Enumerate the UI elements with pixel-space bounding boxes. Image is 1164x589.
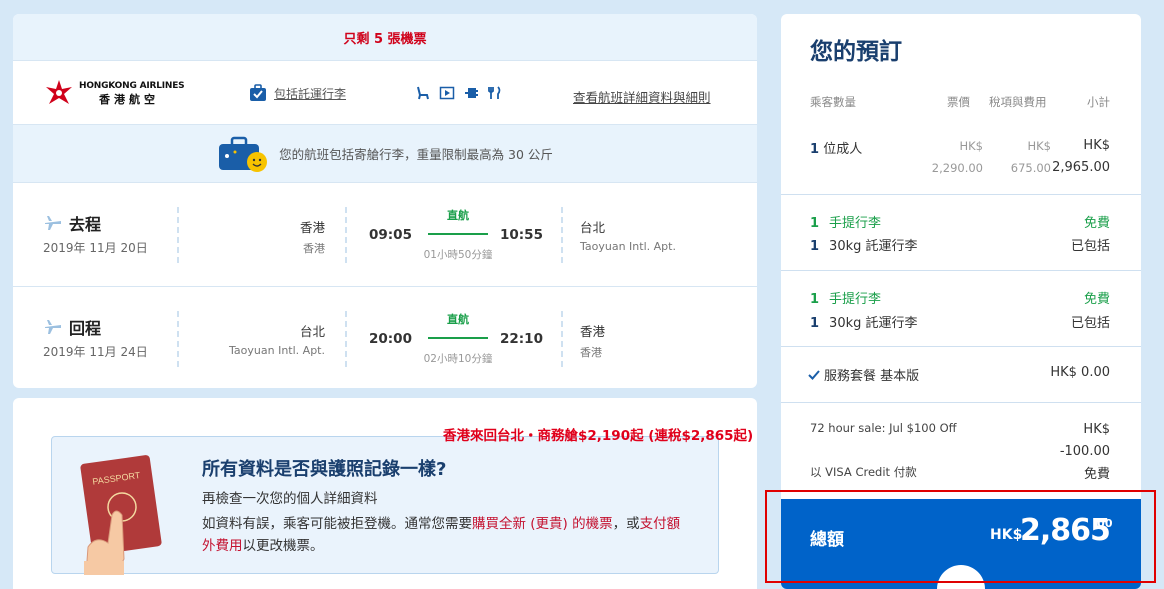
amenity-icons xyxy=(415,85,503,101)
carry-on-value: 免費 xyxy=(1083,292,1110,307)
header-tax: 稅項與費用 xyxy=(989,95,1047,109)
passport-icon: PASSPORT xyxy=(80,455,162,575)
flight-duration: 01小時50分鐘 xyxy=(423,249,493,261)
passenger-count: 1 位成人 xyxy=(810,142,863,157)
header-subtotal: 小計 xyxy=(1087,95,1110,109)
leg-type-label: 回程 xyxy=(69,319,102,338)
arrival-time: 10:55 xyxy=(500,227,543,243)
subtotal-value: HK$ 2,965.00 xyxy=(1052,138,1110,175)
luggage-smile-icon xyxy=(219,136,268,172)
passport-body: 如資料有誤，乘客可能被拒登機。通常您需要購買全新 (更貴) 的機票，或支付額外費… xyxy=(202,516,681,554)
checked-bag-value: 已包括 xyxy=(1070,239,1110,254)
seat-icon xyxy=(415,85,431,101)
destination-city: 台北 xyxy=(580,220,606,235)
leg-type-label: 去程 xyxy=(69,215,102,234)
suitcase-check-icon xyxy=(250,84,266,101)
carry-on-value: 免費 xyxy=(1083,216,1110,231)
divider xyxy=(781,270,1141,271)
included-baggage-label: 包括託運行李 xyxy=(274,86,347,101)
checked-bag-item: 1 30kg 託運行李 xyxy=(810,316,918,331)
arrival-time: 22:10 xyxy=(500,331,543,347)
flight-path-line xyxy=(428,337,488,339)
service-package: 服務套餐 基本版 xyxy=(808,365,919,384)
origin-city: 香港 xyxy=(299,220,325,235)
meal-icon xyxy=(487,85,503,101)
carry-on-item: 1 手提行李 xyxy=(810,216,882,231)
departure-time: 20:00 xyxy=(369,331,412,347)
power-icon xyxy=(463,85,479,101)
carry-on-item: 1 手提行李 xyxy=(810,292,882,307)
leg-date: 2019年 11月 24日 xyxy=(43,345,148,359)
summary-title: 您的預訂 xyxy=(810,39,902,65)
divider xyxy=(177,311,179,367)
service-package-value: HK$ 0.00 xyxy=(1050,365,1110,380)
sale-discount-value: HK$ -100.00 xyxy=(1059,422,1110,459)
airline-name-en: HONGKONG AIRLINES xyxy=(79,81,185,91)
plane-return-icon xyxy=(45,320,61,334)
checked-bag-item: 1 30kg 託運行李 xyxy=(810,239,918,254)
baggage-info-bar: 您的航班包括寄艙行李，重量限制最高為 30 公斤 xyxy=(13,125,757,183)
baggage-note: 您的航班包括寄艙行李，重量限制最高為 30 公斤 xyxy=(279,147,553,162)
header-pax: 乘客數量 xyxy=(810,95,856,109)
included-baggage-link[interactable]: 包括託運行李 xyxy=(248,83,346,103)
direct-flight-label: 直航 xyxy=(447,209,469,222)
divider xyxy=(561,311,563,367)
flight-card: 只剩 5 張機票 HONGKONG AIRLINES 香港航空 包括託運行李 查… xyxy=(13,14,757,388)
airline-logo-icon xyxy=(46,80,72,104)
airline-name-zh: 香港航空 xyxy=(99,93,159,106)
promo-overlay-text: 香港來回台北・商務艙$2,190起 (連稅$2,865起) xyxy=(443,428,754,444)
flight-details-link[interactable]: 查看航班詳細資料與細則 xyxy=(573,87,711,106)
divider xyxy=(781,346,1141,347)
departure-time: 09:05 xyxy=(369,227,412,243)
direct-flight-label: 直航 xyxy=(447,313,469,326)
header-fare: 票價 xyxy=(947,95,970,109)
flight-duration: 02小時10分鐘 xyxy=(423,353,493,365)
passport-title: 所有資料是否與護照記錄一樣? xyxy=(202,459,447,480)
destination-city: 香港 xyxy=(580,324,606,339)
payment-method-label: 以 VISA Credit 付款 xyxy=(810,465,917,479)
airline-logo: HONGKONG AIRLINES 香港航空 xyxy=(43,77,185,109)
divider xyxy=(781,402,1141,403)
divider xyxy=(345,311,347,367)
divider xyxy=(561,207,563,263)
fare-value: HK$ 2,290.00 xyxy=(931,139,983,175)
checkmark-icon xyxy=(808,369,820,380)
leg-date: 2019年 11月 20日 xyxy=(43,241,148,255)
seats-left-banner: 只剩 5 張機票 xyxy=(13,14,757,61)
origin-airport: 香港 xyxy=(303,242,325,255)
divider xyxy=(781,194,1141,195)
highlight-frame xyxy=(765,490,1156,583)
flight-path-line xyxy=(428,233,488,235)
flight-leg-outbound: 去程 2019年 11月 20日 香港 香港 09:05 直航 01小時50分鐘… xyxy=(13,183,757,287)
payment-method-value: 免費 xyxy=(1083,467,1110,482)
divider xyxy=(177,207,179,263)
origin-city: 台北 xyxy=(299,324,325,339)
destination-airport: Taoyuan Intl. Apt. xyxy=(580,240,676,253)
buy-new-ticket-link[interactable]: 購買全新 (更貴) 的機票 xyxy=(472,516,613,532)
origin-airport: Taoyuan Intl. Apt. xyxy=(229,344,325,357)
video-icon xyxy=(439,85,455,101)
tax-value: HK$ 675.00 xyxy=(1010,139,1051,175)
flight-leg-return: 回程 2019年 11月 24日 台北 Taoyuan Intl. Apt. 2… xyxy=(13,287,757,388)
airline-row: HONGKONG AIRLINES 香港航空 包括託運行李 查看航班詳細資料與細… xyxy=(13,61,757,125)
passport-reminder-box: PASSPORT 所有資料是否與護照記錄一樣? 再檢查一次您的個人詳細資料 如資… xyxy=(51,436,719,575)
plane-depart-icon xyxy=(45,216,61,230)
passport-subtitle: 再檢查一次您的個人詳細資料 xyxy=(202,491,378,507)
destination-airport: 香港 xyxy=(580,346,602,359)
checked-bag-value: 已包括 xyxy=(1070,316,1110,331)
divider xyxy=(345,207,347,263)
sale-discount-label: 72 hour sale: Jul $100 Off xyxy=(810,421,957,435)
